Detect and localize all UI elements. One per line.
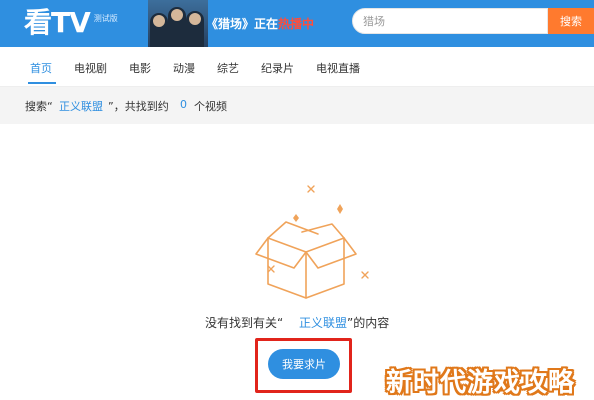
category-nav: 首页 电视剧 电影 动漫 综艺 纪录片 电视直播 [0, 47, 594, 87]
banner-status: 热播中 [278, 17, 315, 31]
diamond-icon [293, 214, 299, 222]
box-flap-back-right [301, 223, 345, 239]
search-result-summary: 搜索“ 正义联盟 ”，共找到约 0 个视频 [0, 87, 594, 124]
nav-item-movies[interactable]: 电影 [129, 60, 151, 76]
sparkle-icon [267, 265, 275, 273]
banner-text: 《猎场》正在热播中 [206, 15, 314, 32]
request-video-button[interactable]: 我要求片 [268, 349, 340, 379]
sparkle-icon [361, 271, 369, 279]
result-suffix: 个视频 [194, 100, 227, 113]
page: 看TV 测试版 《猎场》正在热播中 搜索 首页 电视剧 电影 动漫 综艺 纪录片… [0, 0, 594, 400]
open-box-icon [255, 185, 369, 299]
logo-text: 看TV [24, 6, 91, 39]
request-button-highlight: 我要求片 [255, 338, 352, 393]
result-middle: ”，共找到约 [108, 100, 169, 113]
empty-suffix: ”的内容 [347, 316, 390, 330]
banner-cast-image [148, 0, 208, 47]
banner-mid: 》正在 [242, 17, 279, 31]
search-input[interactable] [353, 9, 547, 33]
nav-item-tv-series[interactable]: 电视剧 [74, 60, 107, 76]
nav-item-anime[interactable]: 动漫 [173, 60, 195, 76]
diamond-icon [337, 204, 343, 214]
result-keyword: 正义联盟 [59, 100, 103, 113]
nav-item-variety[interactable]: 综艺 [217, 60, 239, 76]
nav-item-live-tv[interactable]: 电视直播 [316, 60, 360, 76]
search-box [352, 8, 548, 34]
watermark-text: 新时代游戏攻略 [386, 368, 576, 398]
top-header: 看TV 测试版 《猎场》正在热播中 搜索 [0, 0, 594, 47]
search-button[interactable]: 搜索 [548, 8, 594, 34]
result-count: 0 [180, 98, 187, 111]
nav-active-indicator [28, 82, 56, 84]
empty-prefix: 没有找到有关“ [205, 316, 284, 330]
cast-figure [150, 13, 168, 47]
site-logo[interactable]: 看TV 测试版 [24, 5, 118, 41]
cast-figure [168, 7, 186, 47]
nav-item-home[interactable]: 首页 [30, 60, 52, 76]
sparkle-icon [307, 185, 315, 193]
promo-banner[interactable]: 《猎场》正在热播中 [148, 0, 348, 47]
nav-item-documentary[interactable]: 纪录片 [261, 60, 294, 76]
result-prefix: 搜索“ [25, 100, 53, 113]
banner-pre: 《 [206, 17, 219, 31]
logo-badge: 测试版 [93, 14, 118, 23]
cast-figure [186, 11, 204, 47]
banner-show-title: 猎场 [218, 17, 243, 31]
empty-keyword: 正义联盟 [299, 316, 348, 330]
